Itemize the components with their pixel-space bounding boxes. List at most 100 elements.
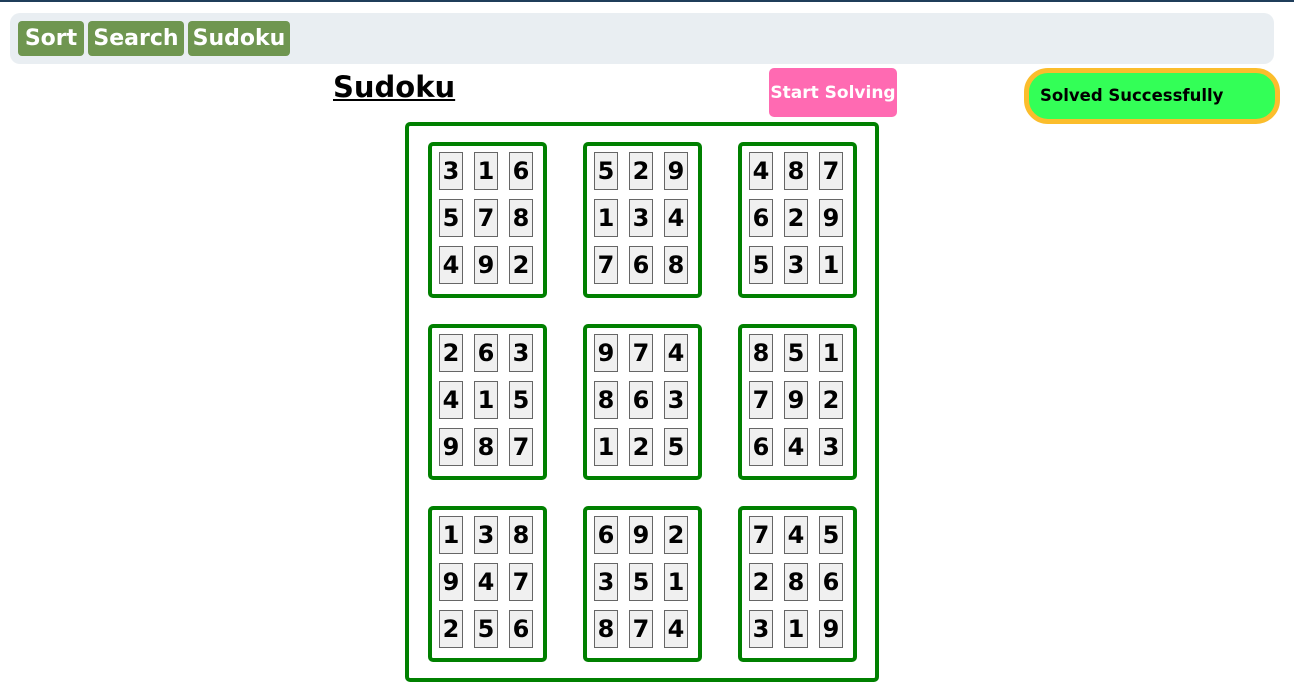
sudoku-cell[interactable]: 4 — [664, 610, 688, 648]
sudoku-cell[interactable]: 2 — [749, 563, 773, 601]
sudoku-cell[interactable]: 2 — [439, 334, 463, 372]
sudoku-cell[interactable]: 2 — [439, 610, 463, 648]
sudoku-cell[interactable]: 6 — [629, 246, 653, 284]
sudoku-cell[interactable]: 6 — [819, 563, 843, 601]
sudoku-cell[interactable]: 7 — [509, 563, 533, 601]
sudoku-subgrid-7: 138 947 256 — [428, 506, 547, 662]
sudoku-cell[interactable]: 7 — [509, 428, 533, 466]
sudoku-cell[interactable]: 8 — [474, 428, 498, 466]
sudoku-cell[interactable]: 8 — [749, 334, 773, 372]
sudoku-cell[interactable]: 2 — [819, 381, 843, 419]
sudoku-cell[interactable]: 9 — [629, 516, 653, 554]
sudoku-cell[interactable]: 2 — [784, 199, 808, 237]
sudoku-subgrid-3: 487 629 531 — [738, 142, 857, 298]
sudoku-cell[interactable]: 9 — [664, 152, 688, 190]
nav-sort-button[interactable]: Sort — [18, 21, 84, 56]
sudoku-cell[interactable]: 5 — [664, 428, 688, 466]
sudoku-cell[interactable]: 1 — [594, 199, 618, 237]
nav-search-button[interactable]: Search — [88, 21, 184, 56]
sudoku-cell[interactable]: 2 — [629, 428, 653, 466]
sudoku-cell[interactable]: 6 — [749, 199, 773, 237]
sudoku-subgrid-8: 692 351 874 — [583, 506, 702, 662]
sudoku-cell[interactable]: 9 — [594, 334, 618, 372]
sudoku-subgrid-5: 974 863 125 — [583, 324, 702, 480]
sudoku-cell[interactable]: 6 — [509, 610, 533, 648]
sudoku-cell[interactable]: 7 — [594, 246, 618, 284]
sudoku-subgrid-1: 316 578 492 — [428, 142, 547, 298]
sudoku-cell[interactable]: 4 — [664, 334, 688, 372]
sudoku-cell[interactable]: 8 — [784, 152, 808, 190]
sudoku-cell[interactable]: 3 — [474, 516, 498, 554]
sudoku-subgrid-2: 529 134 768 — [583, 142, 702, 298]
sudoku-cell[interactable]: 3 — [509, 334, 533, 372]
start-solving-button[interactable]: Start Solving — [769, 68, 897, 117]
sudoku-cell[interactable]: 2 — [509, 246, 533, 284]
sudoku-cell[interactable]: 6 — [594, 516, 618, 554]
sudoku-cell[interactable]: 3 — [439, 152, 463, 190]
sudoku-cell[interactable]: 7 — [749, 381, 773, 419]
sudoku-cell[interactable]: 9 — [819, 610, 843, 648]
nav-sudoku-button[interactable]: Sudoku — [188, 21, 290, 56]
sudoku-cell[interactable]: 4 — [784, 428, 808, 466]
sudoku-cell[interactable]: 5 — [784, 334, 808, 372]
sudoku-cell[interactable]: 4 — [784, 516, 808, 554]
sudoku-cell[interactable]: 8 — [509, 199, 533, 237]
sudoku-subgrid-4: 263 415 987 — [428, 324, 547, 480]
status-badge: Solved Successfully — [1024, 68, 1280, 124]
sudoku-cell[interactable]: 5 — [509, 381, 533, 419]
status-text: Solved Successfully — [1040, 86, 1224, 105]
sudoku-cell[interactable]: 2 — [664, 516, 688, 554]
sudoku-cell[interactable]: 1 — [474, 152, 498, 190]
sudoku-cell[interactable]: 3 — [629, 199, 653, 237]
sudoku-cell[interactable]: 2 — [629, 152, 653, 190]
sudoku-cell[interactable]: 7 — [474, 199, 498, 237]
top-border — [0, 0, 1294, 2]
navbar: Sort Search Sudoku — [10, 13, 1274, 64]
sudoku-board: 3165784925291347684876295312634159879748… — [405, 122, 879, 682]
sudoku-cell[interactable]: 1 — [819, 246, 843, 284]
sudoku-cell[interactable]: 6 — [474, 334, 498, 372]
sudoku-cell[interactable]: 7 — [629, 610, 653, 648]
sudoku-cell[interactable]: 4 — [474, 563, 498, 601]
sudoku-cell[interactable]: 8 — [784, 563, 808, 601]
sudoku-subgrid-9: 745 286 319 — [738, 506, 857, 662]
sudoku-cell[interactable]: 8 — [594, 381, 618, 419]
sudoku-cell[interactable]: 5 — [474, 610, 498, 648]
sudoku-cell[interactable]: 1 — [594, 428, 618, 466]
sudoku-cell[interactable]: 8 — [509, 516, 533, 554]
sudoku-cell[interactable]: 9 — [439, 563, 463, 601]
sudoku-cell[interactable]: 1 — [819, 334, 843, 372]
sudoku-cell[interactable]: 9 — [474, 246, 498, 284]
sudoku-cell[interactable]: 6 — [629, 381, 653, 419]
sudoku-cell[interactable]: 8 — [664, 246, 688, 284]
sudoku-cell[interactable]: 9 — [819, 199, 843, 237]
sudoku-cell[interactable]: 3 — [749, 610, 773, 648]
sudoku-cell[interactable]: 5 — [594, 152, 618, 190]
sudoku-cell[interactable]: 1 — [474, 381, 498, 419]
sudoku-cell[interactable]: 1 — [439, 516, 463, 554]
sudoku-cell[interactable]: 4 — [439, 246, 463, 284]
sudoku-cell[interactable]: 9 — [439, 428, 463, 466]
sudoku-cell[interactable]: 5 — [439, 199, 463, 237]
sudoku-cell[interactable]: 5 — [749, 246, 773, 284]
sudoku-cell[interactable]: 3 — [819, 428, 843, 466]
sudoku-cell[interactable]: 6 — [509, 152, 533, 190]
sudoku-subgrid-6: 851 792 643 — [738, 324, 857, 480]
sudoku-cell[interactable]: 7 — [749, 516, 773, 554]
sudoku-cell[interactable]: 7 — [819, 152, 843, 190]
sudoku-cell[interactable]: 6 — [749, 428, 773, 466]
sudoku-cell[interactable]: 3 — [594, 563, 618, 601]
sudoku-cell[interactable]: 4 — [664, 199, 688, 237]
sudoku-cell[interactable]: 3 — [784, 246, 808, 284]
sudoku-cell[interactable]: 7 — [629, 334, 653, 372]
page-title: Sudoku — [333, 70, 456, 104]
sudoku-cell[interactable]: 4 — [749, 152, 773, 190]
sudoku-cell[interactable]: 8 — [594, 610, 618, 648]
sudoku-cell[interactable]: 4 — [439, 381, 463, 419]
sudoku-cell[interactable]: 1 — [664, 563, 688, 601]
sudoku-cell[interactable]: 5 — [819, 516, 843, 554]
sudoku-cell[interactable]: 1 — [784, 610, 808, 648]
sudoku-cell[interactable]: 3 — [664, 381, 688, 419]
sudoku-cell[interactable]: 5 — [629, 563, 653, 601]
sudoku-cell[interactable]: 9 — [784, 381, 808, 419]
